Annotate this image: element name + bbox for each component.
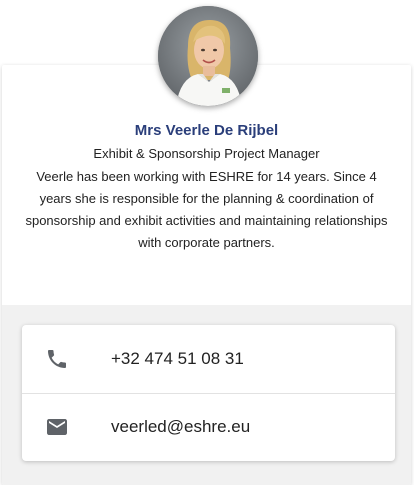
phone-contact-row[interactable]: +32 474 51 08 31 [22, 325, 395, 394]
contact-section: +32 474 51 08 31 veerled@eshre.eu [2, 305, 411, 485]
avatar-photo [158, 6, 258, 106]
phone-icon [45, 347, 69, 371]
email-icon [45, 415, 69, 439]
person-name: Mrs Veerle De Rijbel [134, 122, 279, 139]
profile-info: Mrs Veerle De Rijbel Exhibit & Sponsorsh… [2, 120, 411, 254]
contact-list: +32 474 51 08 31 veerled@eshre.eu [22, 325, 395, 461]
contact-person-page: Mrs Veerle De Rijbel Exhibit & Sponsorsh… [0, 0, 414, 485]
email-contact-row[interactable]: veerled@eshre.eu [22, 393, 395, 461]
email-address[interactable]: veerled@eshre.eu [111, 417, 250, 437]
avatar [158, 6, 258, 106]
contact-person-card: Mrs Veerle De Rijbel Exhibit & Sponsorsh… [2, 65, 411, 485]
person-job-title: Exhibit & Sponsorship Project Manager [93, 146, 320, 161]
person-bio: Veerle has been working with ESHRE for 1… [25, 169, 388, 250]
phone-number[interactable]: +32 474 51 08 31 [111, 349, 244, 369]
